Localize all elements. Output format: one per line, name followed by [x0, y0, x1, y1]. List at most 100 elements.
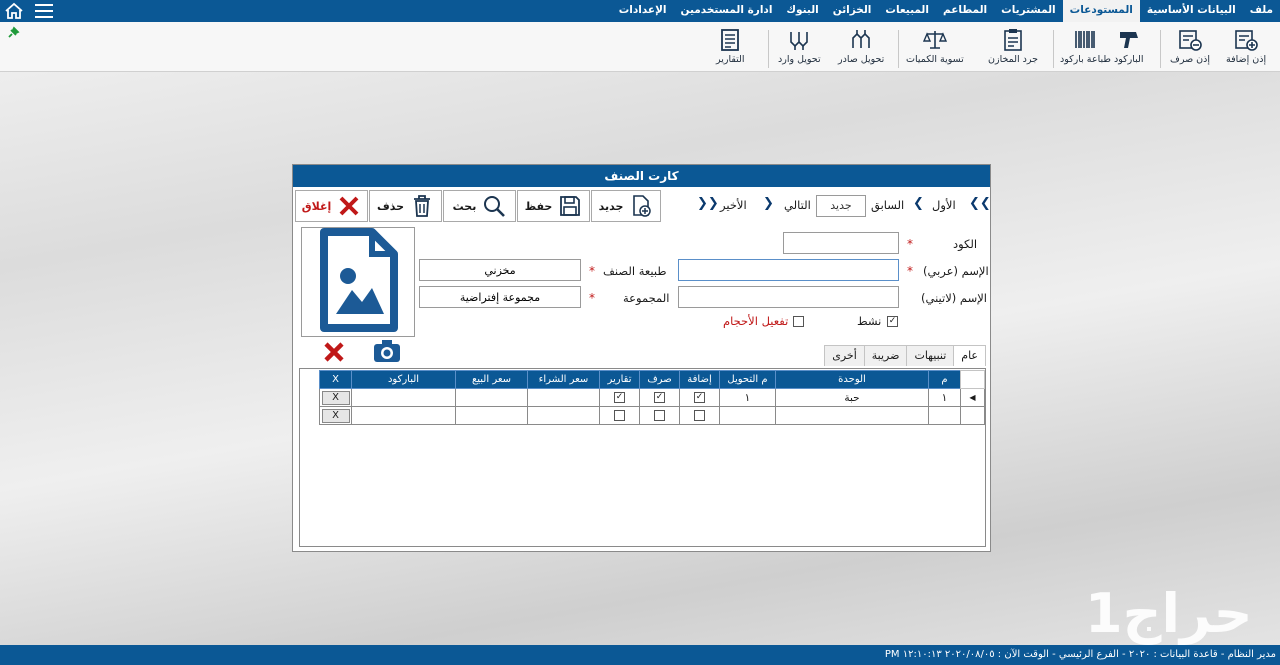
- reports-checkbox[interactable]: [614, 410, 625, 421]
- pin-icon[interactable]: [6, 26, 20, 40]
- grid-cell-reports[interactable]: [599, 406, 640, 425]
- grid-cell-delete[interactable]: X: [319, 406, 352, 425]
- enable-sizes-checkbox[interactable]: [793, 316, 804, 327]
- grid-cell-issue[interactable]: [639, 406, 680, 425]
- active-label: نشط: [857, 314, 882, 328]
- active-checkbox[interactable]: ✓: [887, 316, 898, 327]
- home-icon[interactable]: [4, 2, 24, 20]
- barcode-scanner-button[interactable]: الباركود: [1114, 28, 1144, 70]
- quantity-adjustment-button[interactable]: تسوية الكميات: [906, 28, 964, 70]
- delete-button[interactable]: حذف: [369, 190, 442, 222]
- grid-cell-delete[interactable]: X: [319, 388, 352, 407]
- issue-permit-button[interactable]: إذن صرف: [1170, 28, 1210, 70]
- code-input[interactable]: [783, 232, 899, 254]
- add-checkbox[interactable]: [694, 410, 705, 421]
- issue-permit-label: إذن صرف: [1170, 54, 1211, 65]
- grid-cell-add[interactable]: [679, 406, 720, 425]
- delete-row-button[interactable]: X: [321, 390, 350, 405]
- item-card-dialog: كارت الصنف جديد حفظ بحث حذف إغلاق ❮❮ الأ…: [292, 164, 991, 552]
- menu-tab-settings[interactable]: الإعدادات: [612, 0, 674, 22]
- grid-cell-reports[interactable]: ✓: [599, 388, 640, 407]
- close-button[interactable]: إغلاق: [295, 190, 368, 222]
- grid-cell-buy-price[interactable]: [527, 406, 600, 425]
- prev-record-link[interactable]: السابق: [871, 198, 904, 212]
- grid-cell-unit[interactable]: [775, 406, 929, 425]
- new-document-icon: [633, 195, 652, 217]
- item-nature-select[interactable]: [419, 259, 581, 281]
- menu-tab-treasuries[interactable]: الخزائن: [826, 0, 879, 22]
- incoming-transfer-button[interactable]: تحويل وارد: [778, 28, 821, 70]
- print-barcode-button[interactable]: طباعة باركود: [1060, 28, 1111, 70]
- table-row[interactable]: ◀ ١ حبة ١ ✓ ✓ ✓ X: [319, 388, 985, 407]
- tab-alerts[interactable]: تنبيهات: [906, 345, 955, 366]
- top-menu-bar: ملف البيانات الأساسية المستودعات المشتري…: [0, 0, 1280, 22]
- tab-tax[interactable]: ضريبة: [863, 345, 908, 366]
- next-record-link[interactable]: التالي: [784, 198, 811, 212]
- menu-tab-banks[interactable]: البنوك: [779, 0, 825, 22]
- item-image-box[interactable]: [301, 227, 415, 337]
- prev-record-icon[interactable]: ❮: [913, 196, 924, 211]
- grid-header-delete[interactable]: X: [319, 370, 352, 389]
- grid-header-add[interactable]: إضافة: [679, 370, 720, 389]
- first-record-link[interactable]: الأول: [932, 198, 956, 212]
- tab-other[interactable]: أخرى: [824, 345, 865, 366]
- grid-cell-conversion[interactable]: [719, 406, 776, 425]
- reports-button[interactable]: التقارير: [716, 28, 745, 70]
- quantity-adjustment-label: تسوية الكميات: [906, 54, 964, 65]
- grid-header-index[interactable]: م: [928, 370, 961, 389]
- remove-image-icon[interactable]: [323, 341, 345, 363]
- issue-checkbox[interactable]: [654, 410, 665, 421]
- table-row[interactable]: X: [319, 406, 985, 425]
- grid-cell-barcode[interactable]: [351, 406, 456, 425]
- outgoing-transfer-button[interactable]: تحويل صادر: [838, 28, 884, 70]
- grid-header-sell-price[interactable]: سعر البيع: [455, 370, 528, 389]
- tab-general[interactable]: عام: [953, 345, 986, 366]
- first-record-icon[interactable]: ❮❮: [969, 196, 991, 211]
- grid-header-buy-price[interactable]: سعر الشراء: [527, 370, 600, 389]
- save-button[interactable]: حفظ: [517, 190, 590, 222]
- row-selector-icon[interactable]: ◀: [960, 388, 985, 407]
- stock-count-button[interactable]: جرد المخازن: [988, 28, 1038, 70]
- name-ar-input[interactable]: [678, 259, 899, 281]
- add-permit-label: إذن إضافة: [1226, 54, 1267, 65]
- hamburger-menu-icon[interactable]: [34, 3, 54, 19]
- grid-cell-add[interactable]: ✓: [679, 388, 720, 407]
- menu-tab-basic-data[interactable]: البيانات الأساسية: [1140, 0, 1243, 22]
- grid-cell-index[interactable]: [928, 406, 961, 425]
- row-selector[interactable]: [960, 406, 985, 425]
- grid-header-reports[interactable]: تقارير: [599, 370, 640, 389]
- new-button[interactable]: جديد: [591, 190, 661, 222]
- grid-cell-unit[interactable]: حبة: [775, 388, 929, 407]
- grid-header-barcode[interactable]: الباركود: [351, 370, 456, 389]
- grid-cell-sell-price[interactable]: [455, 406, 528, 425]
- search-button[interactable]: بحث: [443, 190, 516, 222]
- grid-header-conversion[interactable]: م التحويل: [719, 370, 776, 389]
- issue-checkbox[interactable]: ✓: [654, 392, 665, 403]
- grid-cell-issue[interactable]: ✓: [639, 388, 680, 407]
- grid-header-unit[interactable]: الوحدة: [775, 370, 929, 389]
- menu-tab-file[interactable]: ملف: [1243, 0, 1280, 22]
- menu-tab-restaurants[interactable]: المطاعم: [936, 0, 994, 22]
- last-record-link[interactable]: الأخير: [720, 198, 747, 212]
- add-permit-button[interactable]: إذن إضافة: [1226, 28, 1266, 70]
- next-record-icon[interactable]: ❯: [763, 196, 774, 211]
- last-record-icon[interactable]: ❯❯: [697, 196, 719, 211]
- group-required-mark: *: [589, 291, 595, 305]
- reports-checkbox[interactable]: ✓: [614, 392, 625, 403]
- grid-cell-index[interactable]: ١: [928, 388, 961, 407]
- grid-cell-sell-price[interactable]: [455, 388, 528, 407]
- menu-tab-purchases[interactable]: المشتريات: [994, 0, 1063, 22]
- add-checkbox[interactable]: ✓: [694, 392, 705, 403]
- grid-header-issue[interactable]: صرف: [639, 370, 680, 389]
- group-select[interactable]: [419, 286, 581, 308]
- grid-cell-barcode[interactable]: [351, 388, 456, 407]
- name-en-input[interactable]: [678, 286, 899, 308]
- camera-icon[interactable]: [373, 339, 401, 363]
- delete-row-button[interactable]: X: [321, 408, 350, 423]
- detail-tabs: عام تنبيهات ضريبة أخرى: [824, 345, 986, 366]
- grid-cell-buy-price[interactable]: [527, 388, 600, 407]
- menu-tab-sales[interactable]: المبيعات: [878, 0, 936, 22]
- menu-tab-warehouses[interactable]: المستودعات: [1062, 0, 1140, 22]
- grid-cell-conversion[interactable]: ١: [719, 388, 776, 407]
- menu-tab-users[interactable]: ادارة المستخدمين: [674, 0, 780, 22]
